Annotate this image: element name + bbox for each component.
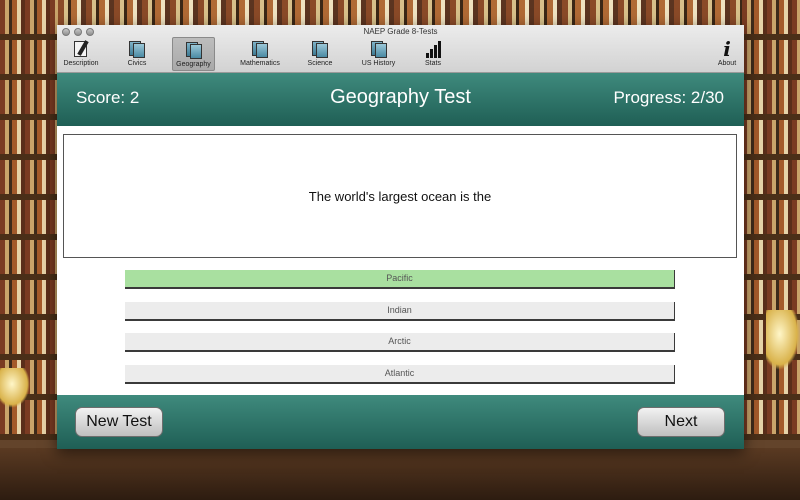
book-icon bbox=[185, 41, 203, 59]
bookshelf-left bbox=[0, 0, 58, 500]
toolbar-stats-label: Stats bbox=[425, 60, 441, 67]
answer-option-pacific[interactable]: Pacific bbox=[125, 270, 675, 289]
lamp-right bbox=[766, 310, 800, 370]
toolbar: Description Civics Geography Mathematics bbox=[57, 37, 744, 71]
answer-list: Pacific Indian Arctic Atlantic bbox=[125, 270, 675, 396]
toolbar-about-label: About bbox=[717, 60, 737, 67]
titlebar: NAEP Grade 8-Tests Description Civics Ge… bbox=[57, 25, 744, 73]
question-text: The world's largest ocean is the bbox=[308, 188, 492, 204]
document-pen-icon bbox=[72, 40, 90, 58]
toolbar-geography[interactable]: Geography bbox=[172, 37, 215, 71]
toolbar-geography-label: Geography bbox=[176, 61, 211, 68]
floor bbox=[0, 448, 800, 500]
window-title: NAEP Grade 8-Tests bbox=[363, 27, 438, 36]
question-box: The world's largest ocean is the bbox=[63, 134, 737, 258]
toolbar-mathematics-label: Mathematics bbox=[240, 60, 280, 67]
book-icon bbox=[251, 40, 269, 58]
book-icon bbox=[128, 40, 146, 58]
bar-chart-icon bbox=[424, 40, 442, 58]
toolbar-mathematics[interactable]: Mathematics bbox=[235, 37, 285, 71]
new-test-button[interactable]: New Test bbox=[75, 407, 163, 437]
next-button[interactable]: Next bbox=[637, 407, 725, 437]
answer-option-indian[interactable]: Indian bbox=[125, 301, 675, 321]
answer-option-atlantic[interactable]: Atlantic bbox=[125, 364, 675, 384]
toolbar-civics[interactable]: Civics bbox=[119, 37, 155, 71]
footer-bar: New Test Next bbox=[57, 395, 744, 449]
lamp-left bbox=[0, 368, 30, 408]
book-icon bbox=[311, 40, 329, 58]
answer-option-arctic[interactable]: Arctic bbox=[125, 333, 675, 352]
toolbar-description[interactable]: Description bbox=[59, 37, 103, 71]
toolbar-civics-label: Civics bbox=[127, 60, 147, 67]
toolbar-science-label: Science bbox=[307, 60, 333, 67]
test-header: Score: 2 Geography Test Progress: 2/30 bbox=[57, 73, 744, 126]
toolbar-us-history-label: US History bbox=[361, 60, 396, 67]
app-window: NAEP Grade 8-Tests Description Civics Ge… bbox=[57, 25, 744, 449]
info-icon: i bbox=[723, 37, 731, 61]
toolbar-about[interactable]: i About bbox=[713, 37, 741, 71]
bookshelf-top bbox=[58, 0, 742, 26]
toolbar-us-history[interactable]: US History bbox=[356, 37, 401, 71]
toolbar-stats[interactable]: Stats bbox=[418, 37, 448, 71]
book-icon bbox=[370, 40, 388, 58]
toolbar-description-label: Description bbox=[63, 60, 99, 67]
toolbar-science[interactable]: Science bbox=[303, 37, 337, 71]
progress-label: Progress: 2/30 bbox=[613, 88, 724, 107]
bookshelf-right bbox=[742, 0, 800, 500]
